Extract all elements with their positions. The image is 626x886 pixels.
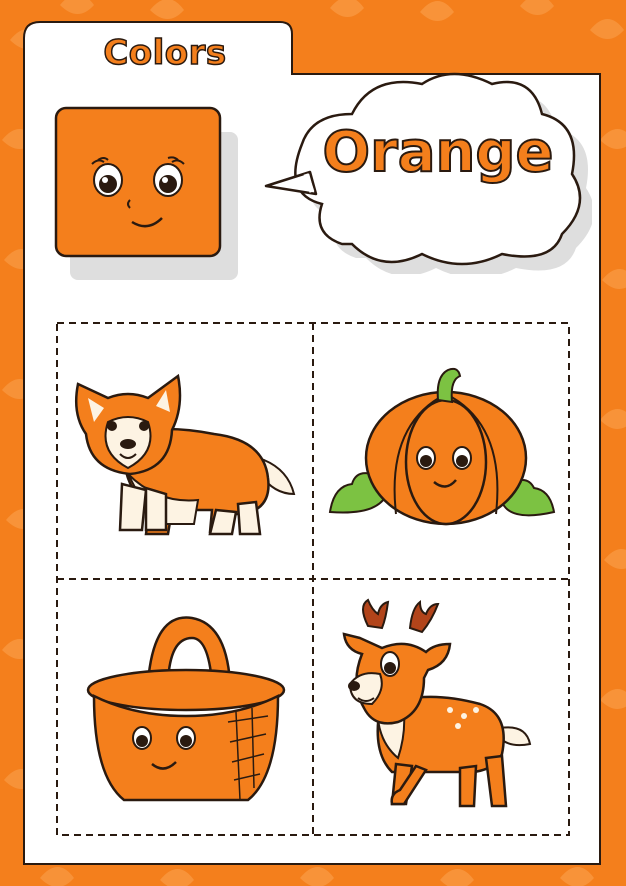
color-word: Orange xyxy=(322,119,555,186)
color-swatch-face xyxy=(54,106,238,280)
page-title: Colors xyxy=(103,32,227,74)
basket-icon xyxy=(86,616,286,802)
deer-icon xyxy=(342,598,532,808)
pumpkin-icon xyxy=(328,367,556,526)
corgi-icon xyxy=(75,373,296,536)
